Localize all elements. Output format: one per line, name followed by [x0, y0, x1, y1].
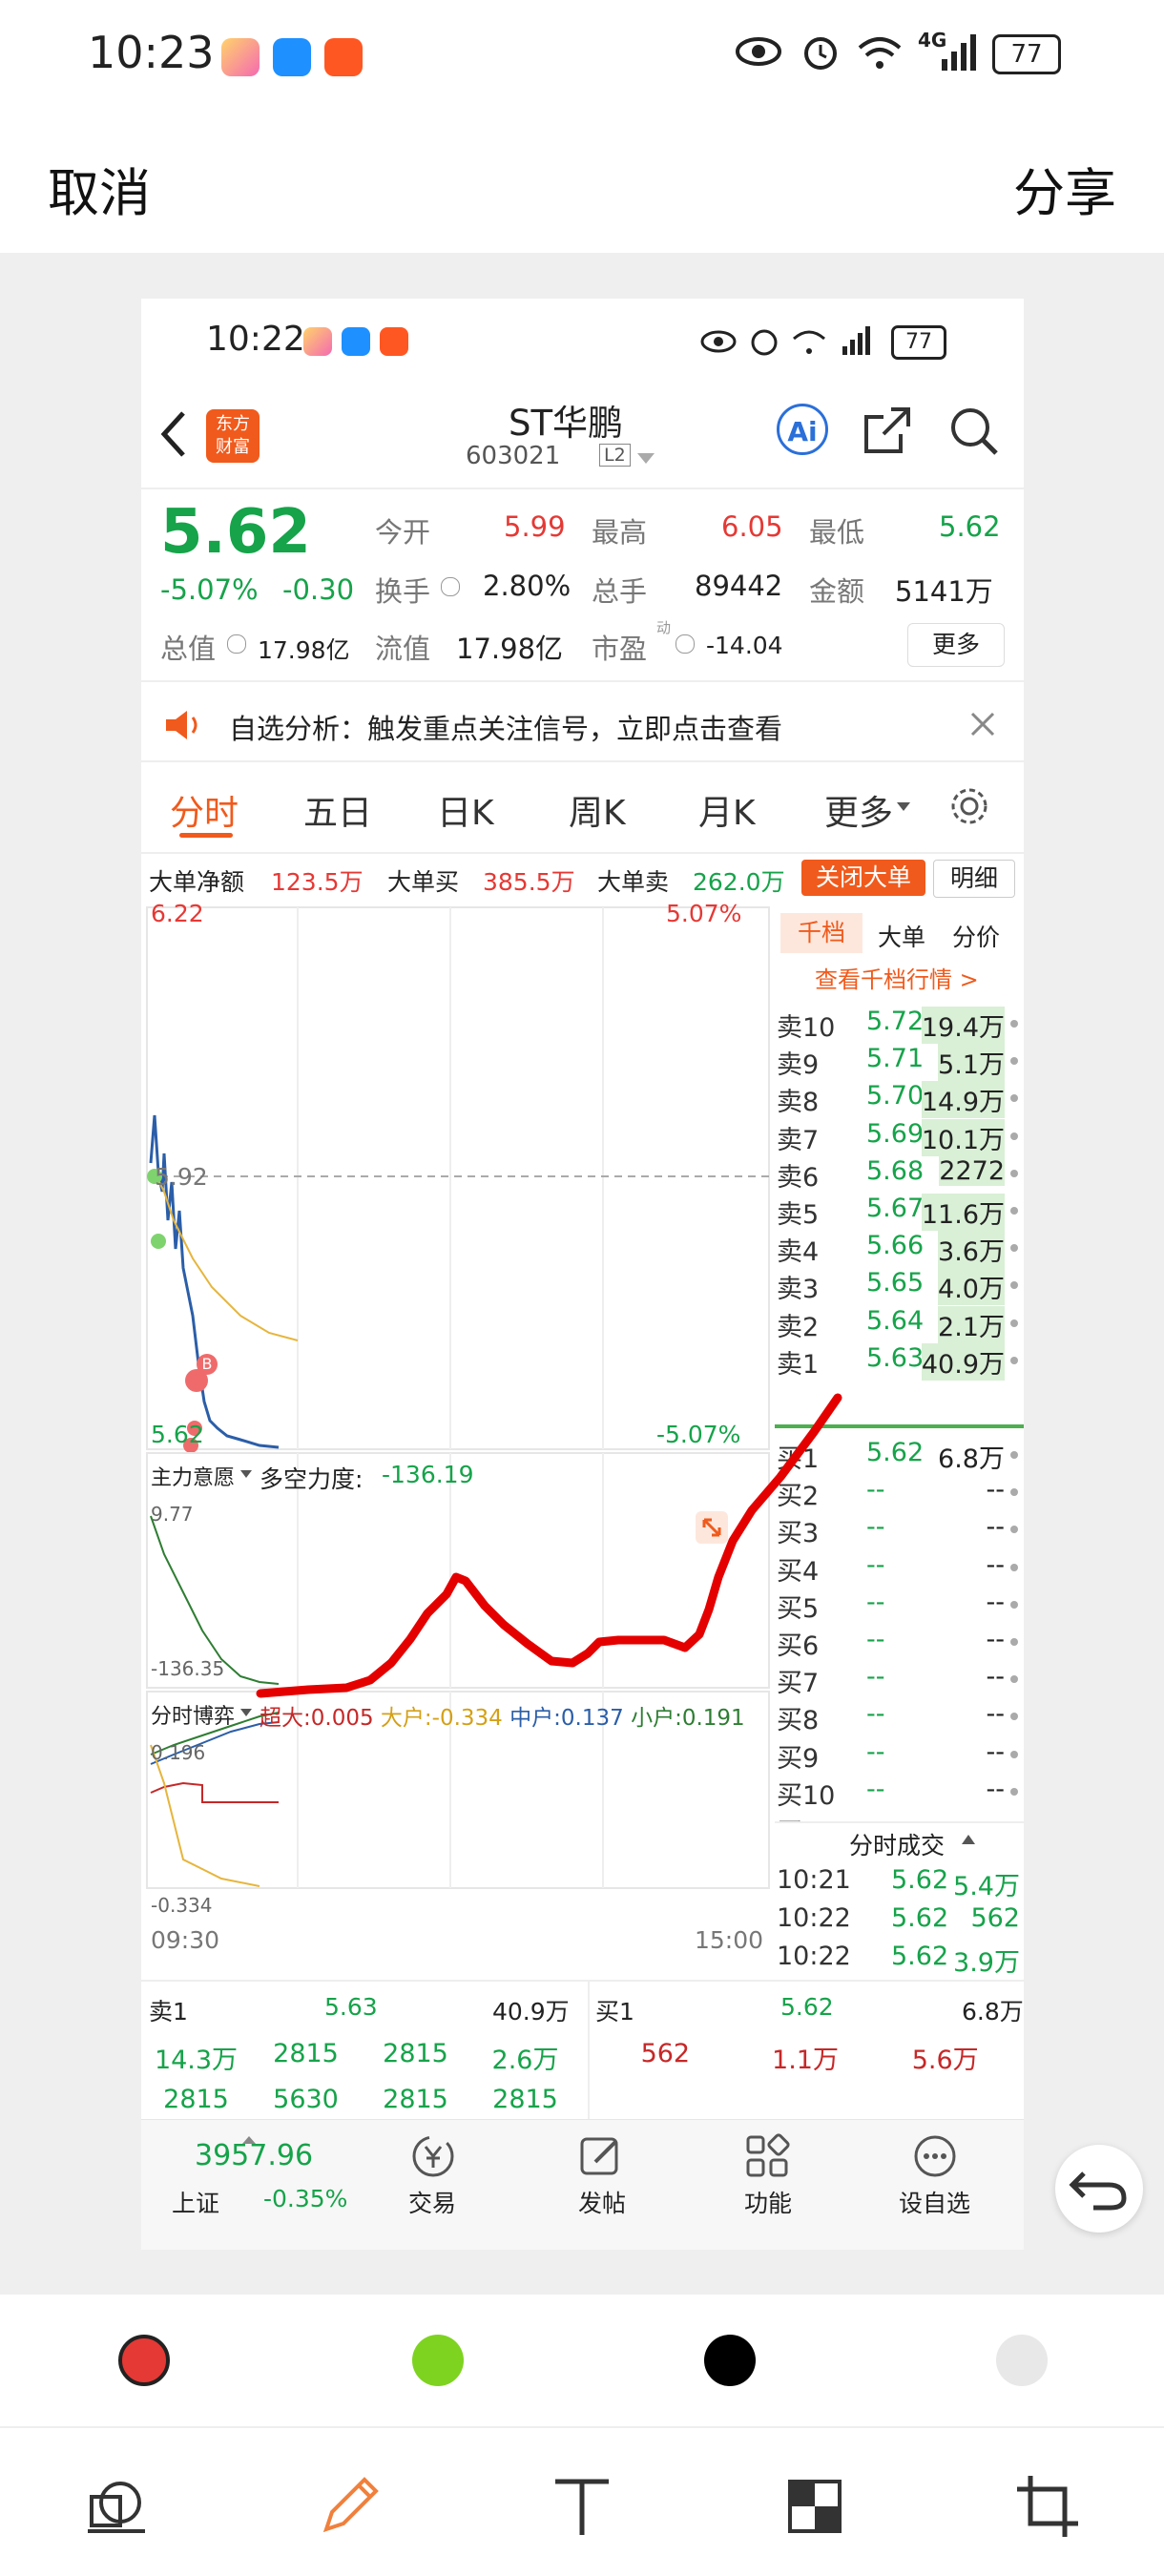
- app-notification-icon: [221, 38, 260, 76]
- sell-queue: 14.3万 2815 2815 2.6万 2815 5630 2815 2815: [141, 2039, 580, 2130]
- queue-buy-vol: 6.8万: [962, 1998, 1024, 2025]
- queue-cell: 2815: [273, 2039, 339, 2068]
- nav-add-watch[interactable]: 设自选: [899, 2185, 970, 2219]
- red-annotation-stroke: [256, 1393, 842, 1698]
- color-green-swatch[interactable]: [412, 2335, 464, 2386]
- divider: [0, 2426, 1164, 2428]
- status-bar: 10:23 4G 77: [0, 0, 1164, 114]
- send-notification-icon: [324, 38, 363, 76]
- queue-cell: 562: [640, 2039, 691, 2068]
- message-notification-icon: [273, 38, 311, 76]
- color-black-swatch[interactable]: [704, 2335, 756, 2386]
- color-light-grey-swatch[interactable]: [996, 2335, 1048, 2386]
- divider: [588, 1982, 590, 2125]
- function-grid-icon[interactable]: [744, 2133, 790, 2179]
- share-button[interactable]: 分享: [1013, 151, 1116, 226]
- queue-cell: 14.3万: [154, 2046, 239, 2075]
- color-palette: [0, 2295, 1164, 2426]
- mosaic-blur-icon[interactable]: [78, 2468, 155, 2545]
- queue-sell-label: 卖1: [149, 1998, 188, 2025]
- queue-cell: 1.1万: [772, 2046, 839, 2075]
- queue-buy-label: 买1: [595, 1998, 634, 2025]
- text-tool-icon[interactable]: [544, 2468, 620, 2545]
- queue-cell: 5.6万: [911, 2046, 979, 2075]
- index-name[interactable]: 上证: [172, 2185, 219, 2219]
- index-value[interactable]: 3957.96: [195, 2139, 313, 2172]
- queue-cell: 2815: [383, 2039, 448, 2068]
- nav-trade[interactable]: 交易: [408, 2185, 456, 2219]
- index-change[interactable]: -0.35%: [263, 2185, 347, 2212]
- post-edit-icon[interactable]: [578, 2133, 624, 2179]
- cancel-button[interactable]: 取消: [48, 151, 151, 226]
- color-red-swatch[interactable]: [118, 2335, 170, 2386]
- queue-cell: 2.6万: [491, 2046, 559, 2075]
- buy-queue: 562 1.1万 5.6万: [595, 2039, 1015, 2085]
- status-time: 10:23: [88, 27, 215, 78]
- trade-yen-icon[interactable]: [410, 2133, 456, 2179]
- nav-function[interactable]: 功能: [744, 2185, 792, 2219]
- queue-row: 14.3万 2815 2815 2.6万: [141, 2039, 580, 2085]
- divider: [141, 1980, 1024, 1982]
- undo-button[interactable]: [1055, 2145, 1143, 2233]
- watchlist-more-icon[interactable]: [912, 2133, 958, 2179]
- pencil-icon[interactable]: [311, 2468, 387, 2545]
- nav-post[interactable]: 发帖: [578, 2185, 626, 2219]
- mosaic-icon[interactable]: [777, 2468, 853, 2545]
- screenshot-preview: 10:22 77 东方 财富 ST华鹏 603021 L2 Ai 5.62 -5…: [141, 299, 1024, 2250]
- crop-icon[interactable]: [1009, 2468, 1086, 2545]
- queue-buy-price: 5.62: [780, 1993, 834, 2021]
- wifi-icon: [858, 37, 902, 69]
- queue-sell-price: 5.63: [324, 1993, 378, 2021]
- queue-row: 562 1.1万 5.6万: [595, 2039, 1015, 2085]
- eye-icon: [736, 37, 781, 66]
- bottom-nav: 3957.96 上证 -0.35% 交易 发帖 功能 设自选: [141, 2119, 1024, 2250]
- undo-icon: [1069, 2171, 1127, 2211]
- signal-icon: [942, 34, 976, 71]
- alarm-icon: [804, 37, 837, 70]
- editor-toolbar: [0, 2295, 1164, 2576]
- queue-sell-vol: 40.9万: [492, 1998, 570, 2025]
- battery-indicator: 77: [992, 34, 1061, 74]
- up-caret-icon: [242, 2129, 256, 2144]
